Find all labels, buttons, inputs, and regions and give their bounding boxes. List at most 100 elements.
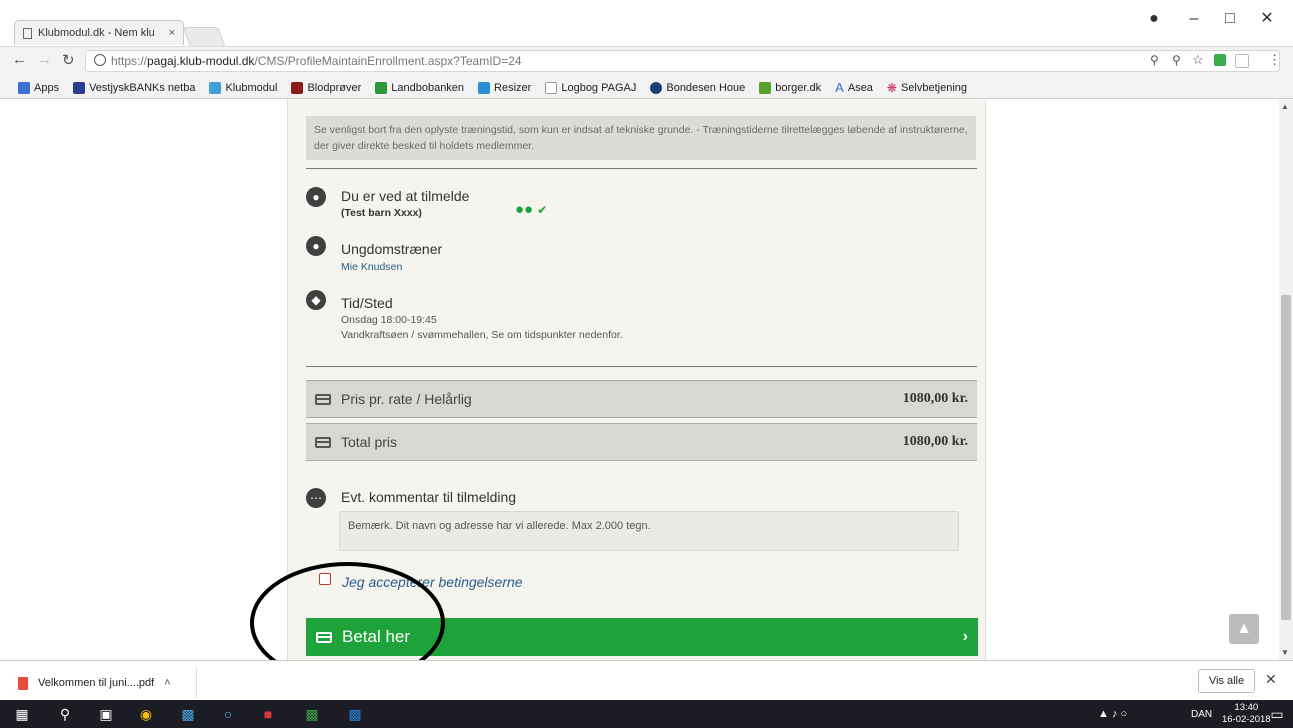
download-filename: Velkommen til juni....pdf	[38, 677, 155, 689]
bookmarks-bar: Apps VestjyskBANKs netba Klubmodul Blodp…	[0, 77, 1293, 99]
bookmark-item[interactable]: A Asea	[835, 80, 873, 95]
tab-title: Klubmodul.dk - Nem klu	[38, 27, 155, 39]
star-icon[interactable]: ☆	[1192, 52, 1204, 68]
browser-icon[interactable]: ○	[218, 704, 238, 724]
clock-time: 13:40	[1234, 702, 1259, 713]
info-icon	[94, 54, 106, 66]
user-icon: ●	[306, 236, 326, 256]
place-title: Tid/Sted	[341, 295, 393, 311]
bookmark-item[interactable]: Apps	[18, 81, 59, 94]
task-view-icon[interactable]: ▣	[96, 704, 116, 724]
scroll-up-icon[interactable]: ▲	[1281, 102, 1289, 111]
excel-icon[interactable]: ▩	[302, 704, 322, 724]
bookmark-item[interactable]: Bondesen Houe	[650, 81, 745, 94]
pdf-icon	[18, 676, 28, 690]
apps-icon	[18, 81, 30, 94]
address-bar[interactable]: https://pagaj.klub-modul.dk/CMS/ProfileM…	[85, 50, 1280, 72]
close-download-bar-icon[interactable]: ✕	[1265, 671, 1277, 688]
language-indicator[interactable]: DAN	[1191, 709, 1212, 720]
scroll-down-icon[interactable]: ▼	[1281, 648, 1289, 657]
search-icon[interactable]: ⚲	[55, 704, 75, 724]
forward-icon[interactable]: →	[37, 51, 52, 68]
enroll-name: (Test barn Xxxx)	[341, 207, 422, 219]
scrollbar-thumb[interactable]	[1281, 295, 1291, 620]
scroll-to-top-button[interactable]: ▲	[1229, 614, 1259, 644]
clock[interactable]: 13:40 16-02-2018	[1222, 702, 1271, 726]
key-icon[interactable]: ⚲	[1172, 53, 1181, 67]
extension2-icon[interactable]	[1235, 54, 1249, 68]
comment-title: Evt. kommentar til tilmelding	[341, 489, 517, 505]
price-amount: 1080,00 kr.	[902, 391, 968, 406]
divider	[306, 366, 977, 367]
security-app-icon[interactable]: ■	[258, 704, 278, 724]
url-path: /CMS/ProfileMaintainEnrollment.aspx?Team…	[254, 54, 522, 68]
extension-icon[interactable]	[1214, 54, 1226, 66]
pay-button[interactable]: Betal her ›	[306, 618, 978, 656]
windows-start-icon[interactable]: ▦	[12, 704, 32, 724]
price-row: Pris pr. rate / Helårlig 1080,00 kr.	[306, 380, 977, 418]
url-prefix: https://	[111, 54, 148, 68]
bookmark-item[interactable]: Landbobanken	[375, 81, 464, 94]
bookmark-item[interactable]: Resizer	[478, 81, 531, 94]
place-location: Vandkraftsøen / svømmehallen, Se om tids…	[341, 329, 623, 341]
bookmark-icon	[478, 81, 491, 94]
group-select-icon[interactable]: ●● ✔	[515, 201, 547, 218]
bookmark-icon	[291, 81, 304, 94]
new-tab-button[interactable]	[182, 27, 226, 46]
close-window-button[interactable]: ✕	[1253, 8, 1281, 30]
chevron-up-icon[interactable]: ˄	[164, 677, 170, 689]
accept-terms-link[interactable]: Jeg accepterer betingelserne	[342, 574, 523, 590]
maximize-button[interactable]: □	[1216, 8, 1244, 30]
bookmark-item[interactable]: ❋ Selvbetjening	[887, 81, 967, 95]
total-label: Total pris	[341, 434, 398, 450]
bookmark-item[interactable]: Klubmodul	[209, 81, 277, 94]
minimize-button[interactable]: –	[1180, 8, 1208, 30]
credit-card-icon	[315, 436, 331, 448]
file-explorer-icon[interactable]: ▩	[178, 704, 198, 724]
chevron-right-icon: ›	[962, 628, 968, 645]
page-icon	[23, 27, 32, 39]
system-tray[interactable]: ▲ ♪ ○	[1098, 708, 1127, 720]
browser-tab[interactable]: Klubmodul.dk - Nem klu ×	[14, 20, 184, 45]
bookmark-icon	[650, 81, 663, 94]
accept-checkbox[interactable]	[319, 573, 331, 585]
tab-close-icon[interactable]: ×	[169, 27, 175, 39]
download-item[interactable]: Velkommen til juni....pdf ˄	[10, 668, 197, 698]
back-icon[interactable]: ←	[12, 51, 27, 68]
bookmark-item[interactable]: Logbog PAGAJ	[545, 81, 636, 94]
price-label: Pris pr. rate / Helårlig	[341, 391, 472, 407]
bookmark-icon	[759, 81, 772, 94]
clock-date: 16-02-2018	[1222, 714, 1271, 725]
asea-icon: A	[835, 80, 844, 95]
trainer-title: Ungdomstræner	[341, 241, 443, 257]
bookmark-item[interactable]: VestjyskBANKs netba	[73, 81, 195, 94]
credit-card-icon	[315, 393, 331, 405]
bookmark-icon	[73, 81, 86, 94]
bookmark-item[interactable]: Blodprøver	[291, 81, 361, 94]
page-icon	[545, 81, 558, 94]
location-pin-icon: ◆	[306, 290, 326, 310]
place-time: Onsdag 18:00-19:45	[341, 314, 437, 326]
comment-icon: ⋯	[306, 488, 326, 508]
bookmark-icon	[209, 81, 222, 94]
outlook-icon[interactable]: ▩	[345, 704, 365, 724]
profile-icon[interactable]: ●	[1140, 8, 1168, 30]
bookmark-item[interactable]: borger.dk	[759, 81, 821, 94]
bookmark-icon: ❋	[886, 80, 897, 95]
show-all-button[interactable]: Vis alle	[1198, 669, 1255, 693]
user-icon: ●	[306, 187, 326, 207]
comment-textarea[interactable]: Bemærk. Dit navn og adresse har vi aller…	[339, 511, 959, 551]
trainer-name[interactable]: Mie Knudsen	[341, 261, 402, 273]
pay-label: Betal her	[342, 627, 411, 646]
notifications-icon[interactable]: ▭	[1267, 704, 1287, 724]
enroll-title: Du er ved at tilmelde	[341, 188, 470, 204]
menu-icon[interactable]: ⋮	[1268, 52, 1281, 68]
divider	[306, 168, 977, 169]
chrome-icon[interactable]: ◉	[136, 704, 156, 724]
credit-card-icon	[316, 631, 332, 643]
zoom-icon[interactable]: ⚲	[1150, 53, 1159, 67]
url-host: pagaj.klub-modul.dk	[147, 54, 255, 68]
reload-icon[interactable]: ↻	[62, 51, 75, 69]
total-row: Total pris 1080,00 kr.	[306, 423, 977, 461]
bookmark-icon	[375, 81, 388, 94]
